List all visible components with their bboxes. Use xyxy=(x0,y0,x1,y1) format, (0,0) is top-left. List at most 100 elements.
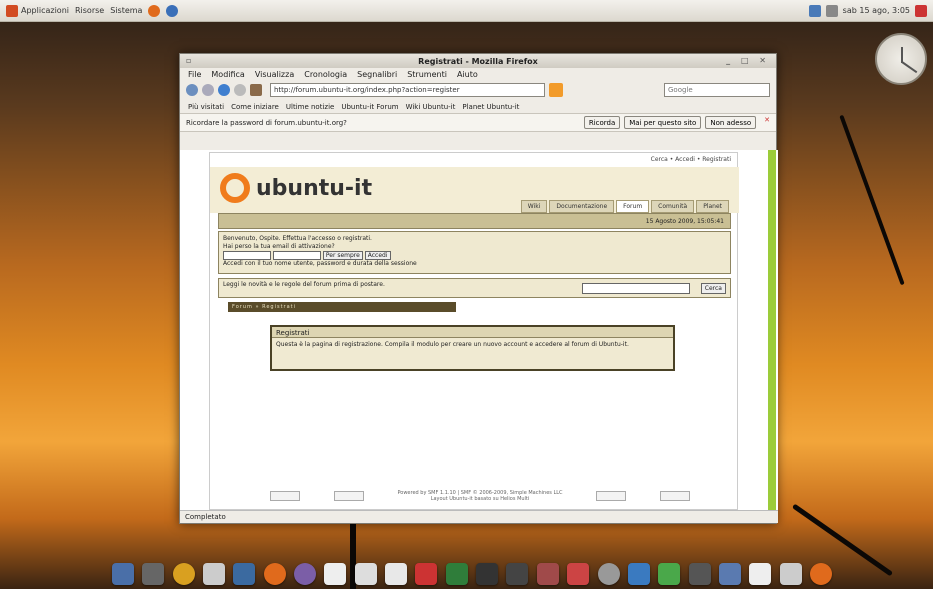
layout-credit: Layout Ubuntu-it basato su Helios Multi xyxy=(430,496,530,502)
help-icon[interactable] xyxy=(166,4,179,17)
tab-documentazione[interactable]: Documentazione xyxy=(549,200,615,213)
login-button[interactable]: Accedi xyxy=(364,251,391,260)
badge-icon[interactable] xyxy=(660,491,690,501)
volume-icon[interactable] xyxy=(825,4,838,17)
notification-text: Ricordare la password di forum.ubuntu-it… xyxy=(186,118,347,127)
menu-history[interactable]: Cronologia xyxy=(304,70,347,79)
logo-text: ubuntu-it xyxy=(256,175,373,201)
top-links[interactable]: Cerca • Accedi • Registrati xyxy=(651,156,731,163)
forward-icon[interactable] xyxy=(202,84,214,96)
dock-app-icon[interactable] xyxy=(779,563,802,585)
dock-app-icon[interactable] xyxy=(506,563,529,585)
dock-app-icon[interactable] xyxy=(536,563,559,585)
duration-select[interactable]: Per sempre xyxy=(322,251,363,260)
menu-tools[interactable]: Strumenti xyxy=(407,70,447,79)
system-menu[interactable]: Sistema xyxy=(110,6,142,15)
forum-search-input[interactable] xyxy=(582,283,690,294)
ubuntu-circle-icon xyxy=(220,173,250,203)
window-menu-icon[interactable]: ▫ xyxy=(186,56,191,65)
dock-app-icon[interactable] xyxy=(294,563,317,585)
tab-wiki[interactable]: Wiki xyxy=(520,200,548,213)
vertical-scrollbar[interactable] xyxy=(768,150,776,512)
bookmark-item[interactable]: Planet Ubuntu-it xyxy=(462,103,519,111)
url-bar[interactable]: http://forum.ubuntu-it.org/index.php?act… xyxy=(270,83,545,97)
window-controls[interactable]: _ □ ✕ xyxy=(726,56,770,65)
dock-app-icon[interactable] xyxy=(415,563,438,585)
close-icon[interactable]: ✕ xyxy=(764,116,770,129)
dock-app-icon[interactable] xyxy=(354,563,377,585)
dock-firefox-icon[interactable] xyxy=(809,563,832,585)
ubuntu-logo[interactable]: ubuntu-it xyxy=(220,173,372,203)
bookmark-item[interactable]: Ultime notizie xyxy=(286,103,334,111)
rss-feed-icon[interactable] xyxy=(549,83,563,97)
applications-menu[interactable]: Applicazioni xyxy=(6,4,69,17)
register-message-box: Registrati Questa è la pagina di registr… xyxy=(270,325,675,371)
home-icon[interactable] xyxy=(250,84,262,96)
dock-app-icon[interactable] xyxy=(233,563,256,585)
dock-app-icon[interactable] xyxy=(627,563,650,585)
date-bar: 15 Agosto 2009, 15:05:41 xyxy=(218,213,731,229)
dock-app-icon[interactable] xyxy=(142,563,165,585)
message-body: Questa è la pagina di registrazione. Com… xyxy=(276,341,629,348)
bookmark-item[interactable]: Wiki Ubuntu-it xyxy=(406,103,456,111)
never-button[interactable]: Mai per questo sito xyxy=(624,116,702,129)
reload-icon[interactable] xyxy=(218,84,230,96)
dock-app-icon[interactable] xyxy=(749,563,772,585)
network-icon[interactable] xyxy=(808,4,821,17)
forum-search-button[interactable]: Cerca xyxy=(700,283,726,294)
menu-file[interactable]: File xyxy=(188,70,201,79)
back-icon[interactable] xyxy=(186,84,198,96)
dock-app-icon[interactable] xyxy=(476,563,499,585)
dock-app-icon[interactable] xyxy=(385,563,408,585)
bookmarks-toolbar: Più visitati Come iniziare Ultime notizi… xyxy=(180,100,776,114)
not-now-button[interactable]: Non adesso xyxy=(705,116,757,129)
dock-app-icon[interactable] xyxy=(718,563,741,585)
login-hint: Accedi con il tuo nome utente, password … xyxy=(223,260,417,267)
dock-app-icon[interactable] xyxy=(597,563,620,585)
dock-firefox-icon[interactable] xyxy=(263,563,286,585)
menu-bar: File Modifica Visualizza Cronologia Segn… xyxy=(180,68,776,80)
password-field[interactable] xyxy=(272,251,321,260)
bookmark-item[interactable]: Come iniziare xyxy=(231,103,279,111)
dock-app-icon[interactable] xyxy=(567,563,590,585)
dock-app-icon[interactable] xyxy=(658,563,681,585)
search-input[interactable]: Google xyxy=(664,83,770,97)
top-panel: Applicazioni Risorse Sistema sab 15 ago,… xyxy=(0,0,933,22)
tab-forum[interactable]: Forum xyxy=(616,200,650,213)
places-menu[interactable]: Risorse xyxy=(75,6,104,15)
badge-icon[interactable] xyxy=(333,491,364,501)
remember-button[interactable]: Ricorda xyxy=(583,116,621,129)
message-title: Registrati xyxy=(272,327,673,338)
search-row: Leggi le novità e le regole del forum pr… xyxy=(218,278,731,298)
dock-app-icon[interactable] xyxy=(112,563,134,585)
firefox-launcher-icon[interactable] xyxy=(148,4,161,17)
badge-icon[interactable] xyxy=(596,491,627,501)
dock-app-icon[interactable] xyxy=(203,563,226,585)
stop-icon[interactable] xyxy=(234,84,246,96)
site-header: ubuntu-it Wiki Documentazione Forum Comu… xyxy=(210,167,739,213)
date-text: 15 Agosto 2009, 15:05:41 xyxy=(645,218,724,225)
gnome-foot-icon xyxy=(6,4,18,17)
dock-app-icon[interactable] xyxy=(172,563,195,585)
window-titlebar[interactable]: ▫ Registrati - Mozilla Firefox _ □ ✕ xyxy=(180,54,776,68)
firefox-window: ▫ Registrati - Mozilla Firefox _ □ ✕ Fil… xyxy=(179,53,778,524)
menu-help[interactable]: Aiuto xyxy=(457,70,478,79)
menu-bookmarks[interactable]: Segnalibri xyxy=(357,70,397,79)
news-text: Leggi le novità e le regole del forum pr… xyxy=(223,281,385,288)
bookmark-item[interactable]: Più visitati xyxy=(188,103,224,111)
menu-edit[interactable]: Modifica xyxy=(211,70,244,79)
menu-view[interactable]: Visualizza xyxy=(255,70,294,79)
logout-icon[interactable] xyxy=(915,4,927,17)
activation-link[interactable]: Hai perso la tua email di attivazione? xyxy=(223,243,726,251)
breadcrumb[interactable]: Forum » Registrati xyxy=(228,302,456,312)
tab-comunita[interactable]: Comunità xyxy=(651,200,695,213)
dock-app-icon[interactable] xyxy=(324,563,347,585)
dock-app-icon[interactable] xyxy=(688,563,711,585)
bookmark-item[interactable]: Ubuntu-it Forum xyxy=(341,103,398,111)
dock xyxy=(108,553,836,585)
tab-planet[interactable]: Planet xyxy=(696,200,729,213)
panel-clock[interactable]: sab 15 ago, 3:05 xyxy=(843,6,910,15)
dock-app-icon[interactable] xyxy=(445,563,468,585)
username-field[interactable] xyxy=(223,251,271,260)
badge-icon[interactable] xyxy=(270,491,300,501)
